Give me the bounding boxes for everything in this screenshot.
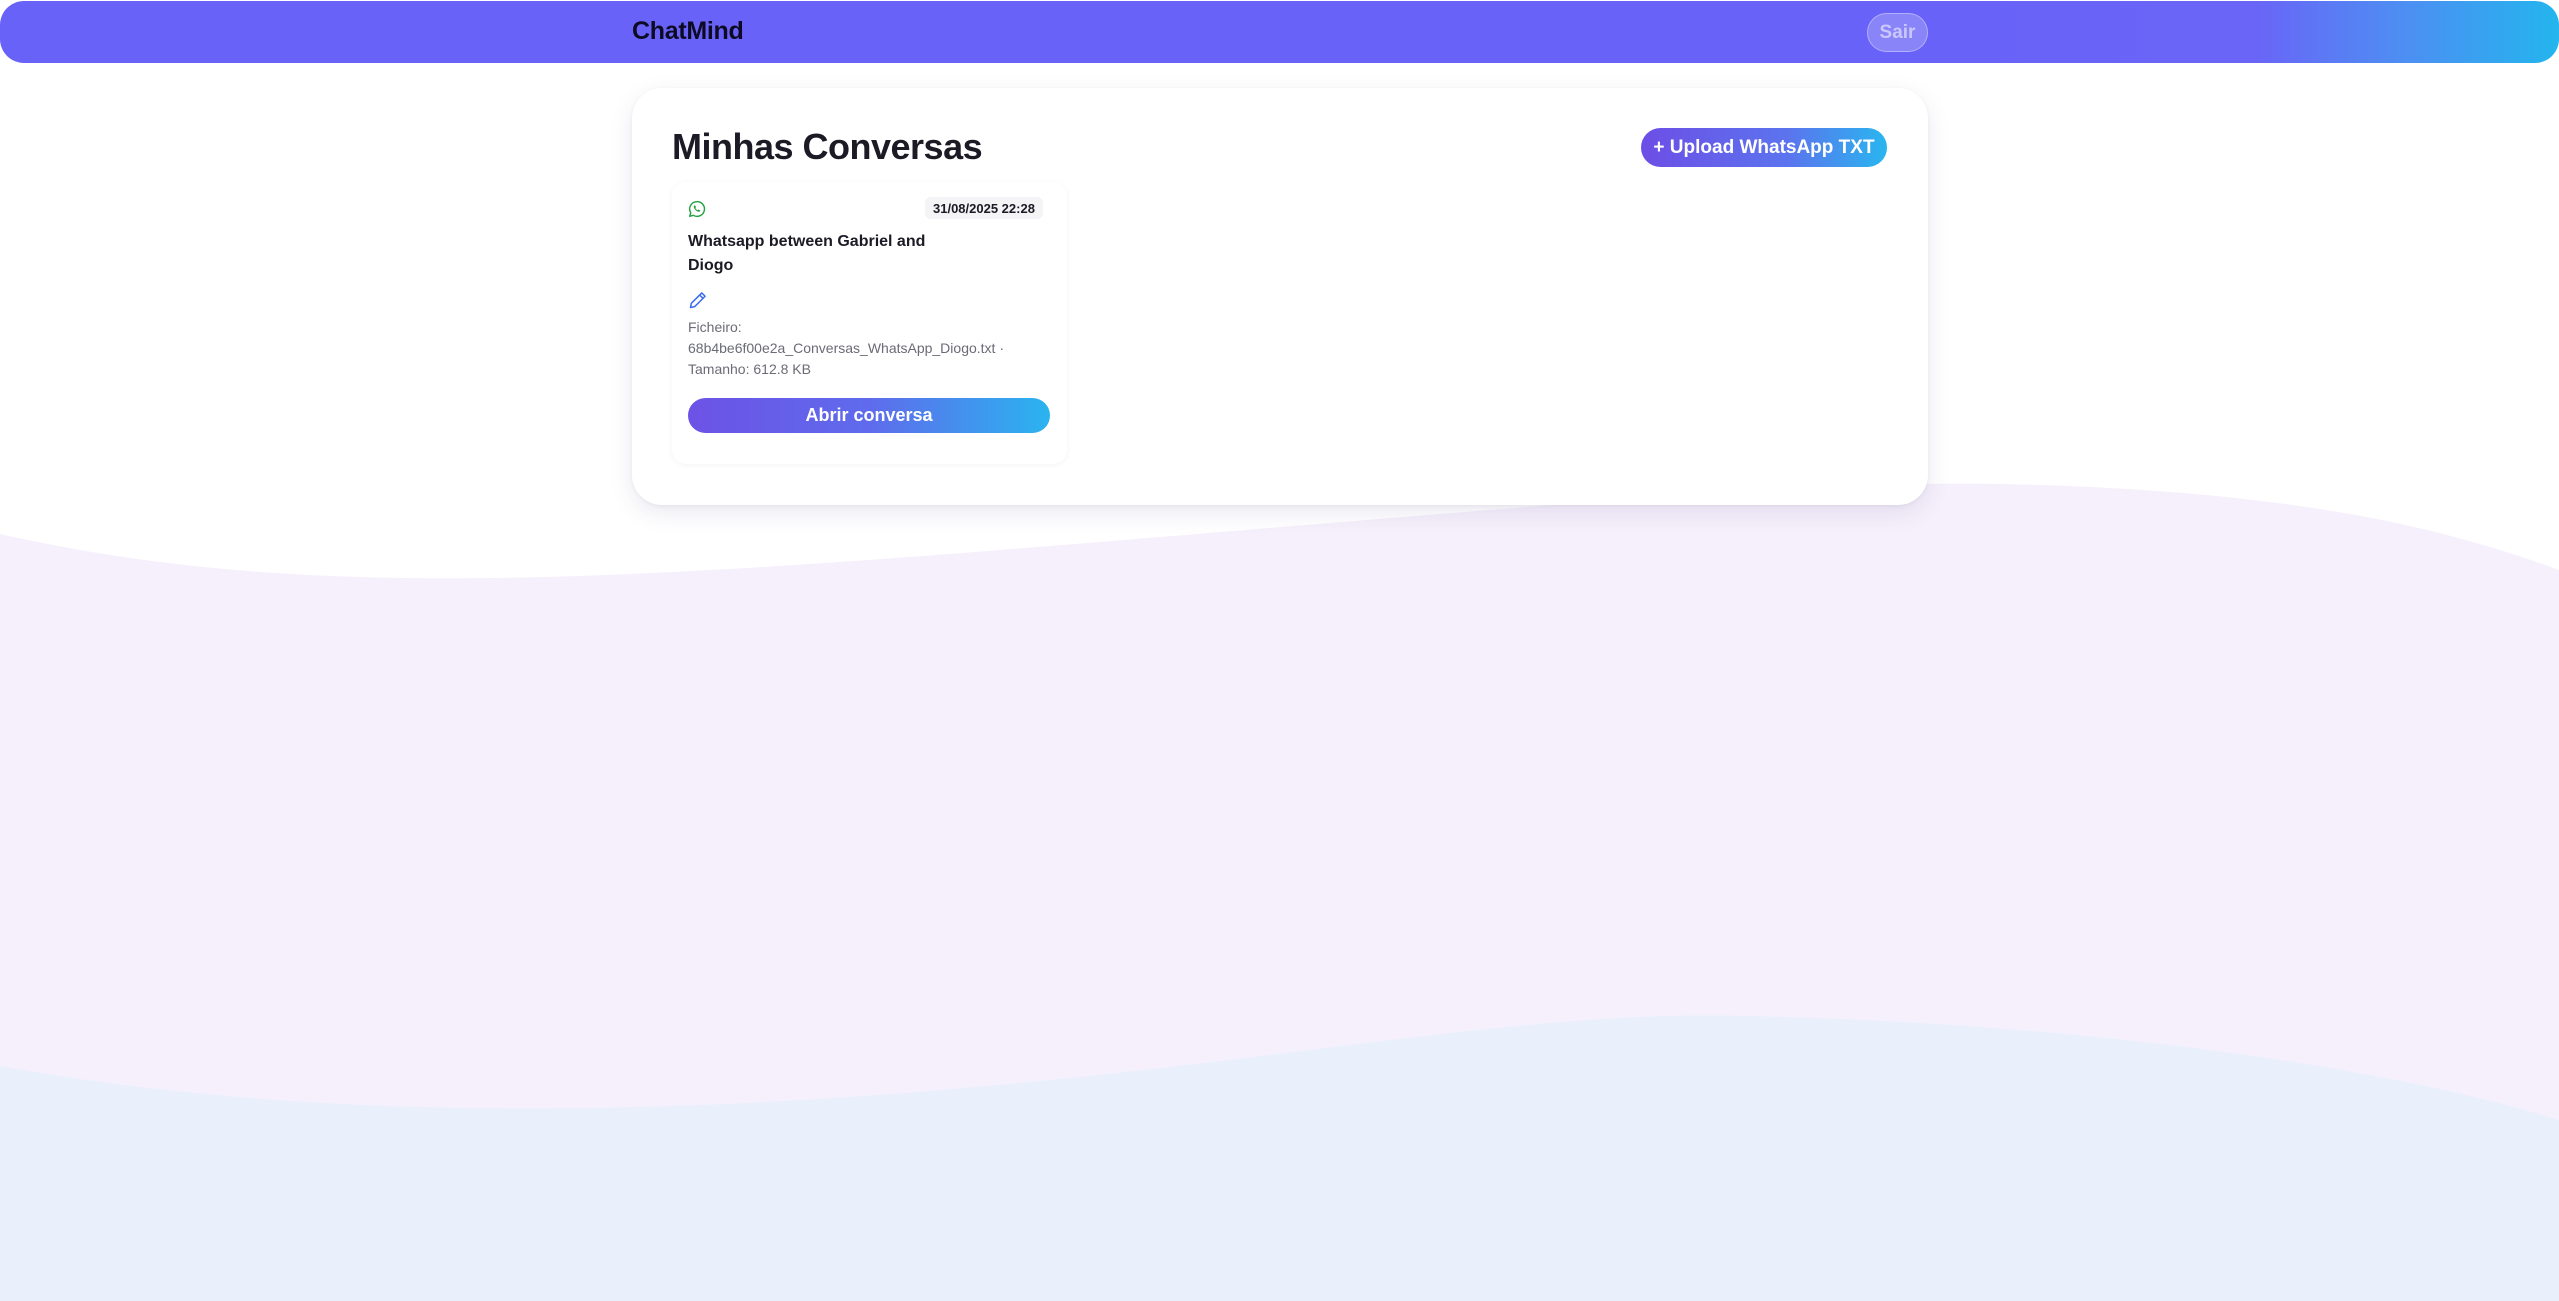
conversations-panel: Minhas Conversas + Upload WhatsApp TXT 3… [632,88,1928,505]
logout-button[interactable]: Sair [1867,13,1928,52]
whatsapp-icon [688,200,706,218]
brand-logo[interactable]: ChatMind [632,17,744,46]
conversation-date-badge: 31/08/2025 22:28 [925,197,1043,219]
file-info: Ficheiro: 68b4be6f00e2a_Conversas_WhatsA… [688,317,1048,380]
conversation-title: Whatsapp between Gabriel and Diogo [688,233,926,274]
conversation-card: 31/08/2025 22:28 Whatsapp between Gabrie… [672,182,1067,464]
pencil-icon[interactable] [688,290,708,310]
file-name: 68b4be6f00e2a_Conversas_WhatsApp_Diogo.t… [688,340,1004,356]
top-navigation-bar: ChatMind Sair [0,1,2559,63]
page-title: Minhas Conversas [672,126,983,167]
file-label: Ficheiro: [688,319,742,335]
file-size: Tamanho: 612.8 KB [688,361,811,377]
upload-whatsapp-button[interactable]: + Upload WhatsApp TXT [1641,128,1887,167]
open-conversation-button[interactable]: Abrir conversa [688,398,1050,433]
page: ChatMind Sair Minhas Conversas + Upload … [0,0,2559,1301]
